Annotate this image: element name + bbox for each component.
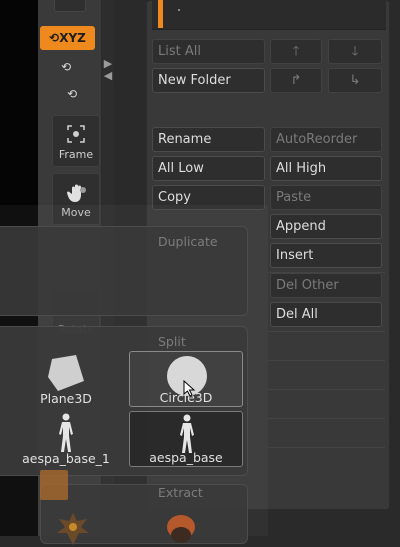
collapse-arrow-icon[interactable]: ▶ ◀: [103, 58, 113, 82]
insert-button[interactable]: Insert: [270, 243, 382, 268]
duplicate-button[interactable]: Duplicate: [158, 234, 218, 249]
arrow-down-icon: 🡓: [351, 44, 359, 59]
plane3d-thumbnail: [48, 355, 84, 391]
move-up-button[interactable]: 🡑: [270, 39, 322, 64]
all-low-button[interactable]: All Low: [152, 156, 265, 181]
figure-icon: [180, 414, 194, 453]
rotate-z-icon: ⟲: [66, 87, 78, 101]
split-button[interactable]: Split: [158, 334, 186, 349]
move-in-button[interactable]: ↳: [328, 68, 382, 93]
new-folder-button[interactable]: New Folder: [152, 68, 265, 93]
auto-reorder-button[interactable]: AutoReorder: [270, 127, 382, 152]
figure-icon: [59, 413, 73, 452]
mouse-cursor-icon: [183, 380, 196, 397]
tile-aespa-base-1[interactable]: aespa_base_1: [9, 411, 123, 467]
popup-footer-panel: Extract: [40, 484, 248, 547]
append-button[interactable]: Append: [270, 214, 382, 239]
arrow-up-icon: 🡑: [292, 44, 300, 59]
turn-right-arrow-icon: ↱: [290, 73, 302, 88]
move-down-button[interactable]: 🡓: [328, 39, 382, 64]
rename-button[interactable]: Rename: [152, 127, 265, 152]
subtool-scrollbar[interactable]: [158, 0, 163, 28]
del-all-button[interactable]: Del All: [270, 302, 382, 327]
divider: [268, 389, 385, 390]
tile-aespa-base[interactable]: aespa_base: [129, 411, 243, 467]
move-right-button[interactable]: ↱: [270, 68, 322, 93]
tile-circle3d[interactable]: Circle3D: [129, 351, 243, 407]
tile-plane3d[interactable]: Plane3D: [9, 351, 123, 407]
list-all-button[interactable]: List All: [152, 39, 265, 64]
popup-header-panel: Duplicate: [0, 226, 248, 316]
frame-button[interactable]: Frame: [52, 115, 100, 167]
subtool-picker-popup: Split Plane3D Circle3D aespa_base_1 aesp…: [0, 326, 248, 476]
hand-icon: [66, 184, 86, 202]
frame-icon: [67, 125, 85, 143]
creature-thumbnail[interactable]: [53, 507, 93, 547]
divider: [268, 331, 385, 332]
divider: [268, 360, 385, 361]
rotate-z-button[interactable]: ⟲: [63, 85, 81, 103]
head-thumbnail[interactable]: [159, 507, 199, 547]
all-high-button[interactable]: All High: [270, 156, 382, 181]
extract-button[interactable]: Extract: [158, 485, 203, 500]
shelf-orange-button[interactable]: [40, 470, 68, 500]
divider: [268, 447, 385, 448]
rotate-x-icon: ⟲: [60, 60, 72, 74]
shelf-top-button[interactable]: [54, 0, 86, 12]
del-other-button[interactable]: Del Other: [270, 273, 382, 298]
xyz-icon: ⟲: [49, 31, 60, 45]
paste-button[interactable]: Paste: [270, 185, 382, 210]
subtool-list[interactable]: [152, 0, 386, 30]
divider: [268, 418, 385, 419]
list-marker: [178, 9, 180, 11]
xyz-rotate-button[interactable]: ⟲XYZ: [40, 26, 95, 50]
turn-down-arrow-icon: ↳: [349, 73, 361, 88]
rotate-x-button[interactable]: ⟲: [57, 58, 75, 76]
